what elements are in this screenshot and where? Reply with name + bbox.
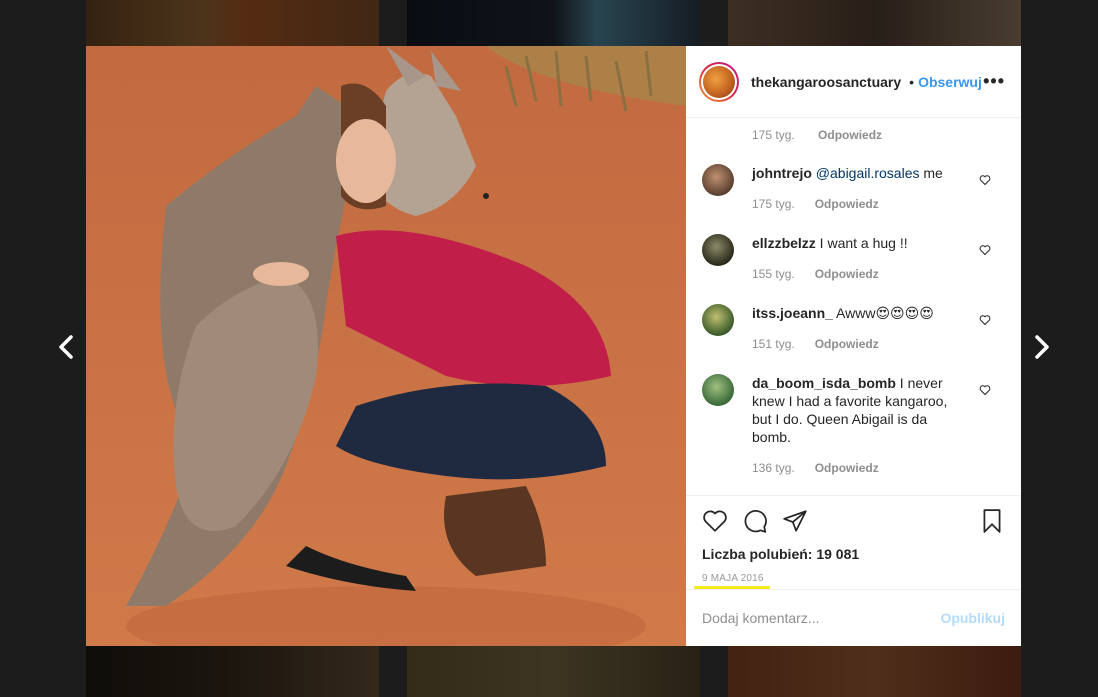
comment-time: 136 tyg. (752, 461, 795, 475)
reply-button[interactable]: Odpowiedz (815, 337, 879, 351)
date-highlight-mark (694, 586, 770, 589)
comment-username[interactable]: johntrejo (752, 165, 812, 181)
reply-button[interactable]: Odpowiedz (815, 197, 879, 211)
commenter-avatar[interactable] (702, 304, 734, 336)
comment-bubble-icon[interactable] (742, 508, 768, 534)
comment-item: ellzzbelzz I want a hug !! 155 tyg. Odpow… (702, 234, 1005, 283)
kangaroo-hug-image (86, 46, 686, 646)
comment-mention[interactable]: @abigail.rosales (816, 165, 920, 181)
comment-meta: 175 tyg. Odpowiedz (752, 128, 902, 142)
commenter-avatar[interactable] (702, 164, 734, 196)
previous-post-arrow-icon[interactable] (52, 330, 82, 364)
post-side-panel: thekangaroosanctuary • Obserwuj ••• 175 … (686, 46, 1021, 646)
comment-item: da_boom_isda_bomb I never knew I had a f… (702, 374, 1005, 477)
share-direct-icon[interactable] (782, 508, 808, 534)
commenter-avatar[interactable] (702, 234, 734, 266)
like-heart-icon[interactable] (702, 508, 728, 534)
like-comment-heart-icon[interactable] (979, 384, 991, 396)
like-comment-heart-icon[interactable] (979, 174, 991, 186)
post-date[interactable]: 9 MAJA 2016 (694, 573, 770, 589)
post-actions: Liczba polubień: 19 081 9 MAJA 2016 (686, 495, 1021, 589)
comment-time: 175 tyg. (752, 197, 795, 211)
post-date-text: 9 MAJA 2016 (702, 573, 764, 584)
account-avatar[interactable] (699, 61, 739, 102)
follow-button[interactable]: Obserwuj (918, 74, 982, 90)
post-photo[interactable] (86, 46, 686, 646)
likes-count[interactable]: Liczba polubień: 19 081 (702, 546, 1005, 562)
comment-input[interactable] (702, 610, 941, 626)
like-comment-heart-icon[interactable] (979, 314, 991, 326)
publish-button[interactable]: Opublikuj (940, 610, 1005, 626)
account-username[interactable]: thekangaroosanctuary (751, 74, 901, 90)
reply-button[interactable]: Odpowiedz (815, 267, 879, 281)
like-comment-heart-icon[interactable] (979, 244, 991, 256)
comment-time: 155 tyg. (752, 267, 795, 281)
comment-text: me (919, 165, 943, 181)
post-modal: thekangaroosanctuary • Obserwuj ••• 175 … (86, 46, 1021, 646)
commenter-avatar[interactable] (702, 374, 734, 406)
comment-time: 175 tyg. (752, 128, 795, 142)
comment-item: itss.joeann_ Awww😍😍😍😍 151 tyg. Odpowiedz (702, 304, 1005, 353)
bookmark-icon[interactable] (979, 508, 1005, 534)
comment-username[interactable]: da_boom_isda_bomb (752, 375, 896, 391)
comment-time: 151 tyg. (752, 337, 795, 351)
comment-text: Awww😍😍😍😍 (832, 305, 934, 321)
more-options-icon[interactable]: ••• (983, 71, 1005, 92)
reply-button[interactable]: Odpowiedz (815, 461, 879, 475)
next-post-arrow-icon[interactable] (1026, 330, 1056, 364)
reply-button[interactable]: Odpowiedz (818, 128, 882, 142)
comment-text: I want a hug !! (815, 235, 908, 251)
add-comment-bar: Opublikuj (686, 589, 1021, 646)
comment-username[interactable]: itss.joeann_ (752, 305, 833, 321)
comment-username[interactable]: ellzzbelzz (752, 235, 816, 251)
separator-dot: • (909, 73, 915, 90)
post-header: thekangaroosanctuary • Obserwuj ••• (686, 46, 1021, 118)
comments-list[interactable]: 175 tyg. Odpowiedz johntrejo @abigail.ro… (686, 118, 1021, 495)
comment-item: johntrejo @abigail.rosales me 175 tyg. Od… (702, 164, 1005, 213)
